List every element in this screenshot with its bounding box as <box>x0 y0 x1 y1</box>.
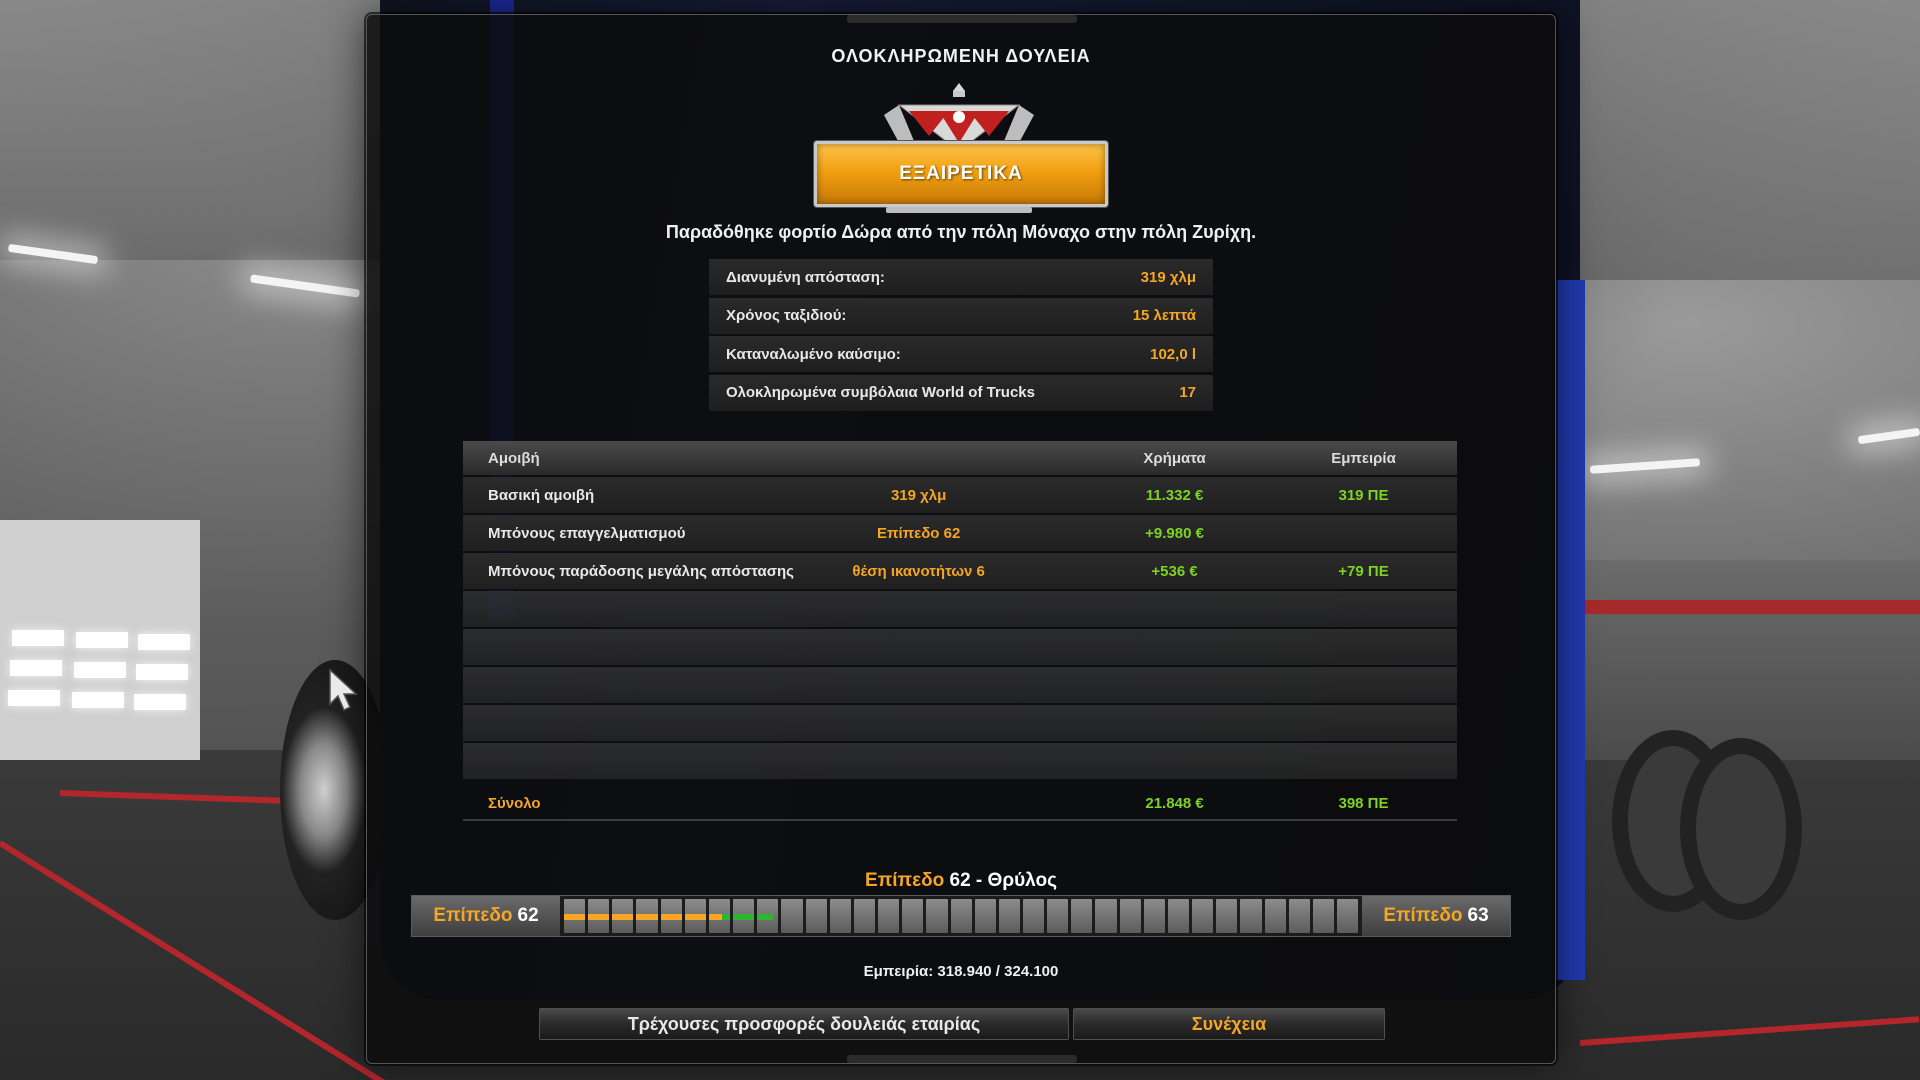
stat-label: Χρόνος ταξιδιού: <box>726 307 847 324</box>
progress-segment <box>974 899 996 933</box>
progress-segment <box>1312 899 1334 933</box>
rewards-header: Αμοιβή Χρήματα Εμπειρία <box>463 441 1457 475</box>
progress-segment <box>853 899 876 933</box>
dialog-top-tab <box>847 15 1077 23</box>
reward-money: +9.980 € <box>1145 524 1204 542</box>
progress-segment <box>950 899 972 933</box>
stat-row-time: Χρόνος ταξιδιού: 15 λεπτά <box>709 297 1213 334</box>
next-level-word: Επίπεδο <box>1383 905 1463 926</box>
stat-value: 17 <box>1179 384 1196 401</box>
progress-segment <box>660 899 682 933</box>
table-row: Μπόνους επαγγελματισμού Επίπεδο 62 +9.98… <box>463 515 1457 551</box>
progress-segment <box>1264 899 1286 933</box>
rating-banner: ΕΞΑΙΡΕΤΙΚΑ <box>814 141 1108 207</box>
stat-label: Καταναλωμένο καύσιμο: <box>726 345 901 363</box>
progress-segment <box>878 899 900 933</box>
empty-row <box>463 667 1457 703</box>
experience-progress-bar: Επίπεδο 62 Επίπεδο 63 <box>411 895 1511 937</box>
stat-value: 15 λεπτά <box>1132 307 1196 324</box>
reward-detail: θέση ικανοτήτων 6 <box>852 562 985 580</box>
continue-button[interactable]: Συνέχεια <box>1073 1008 1385 1040</box>
progress-segment <box>1022 899 1045 933</box>
reward-name: Βασική αμοιβή <box>488 486 595 504</box>
total-exp: 398 ΠΕ <box>1338 794 1389 812</box>
rewards-table: Αμοιβή Χρήματα Εμπειρία Βασική αμοιβή 31… <box>463 441 1457 821</box>
current-level-box: Επίπεδο 62 <box>412 896 560 936</box>
progress-segment <box>1119 899 1141 933</box>
progress-segment <box>1337 899 1359 933</box>
table-row: Βασική αμοιβή 319 χλμ 11.332 € 319 ΠΕ <box>463 477 1457 513</box>
progress-segment <box>902 899 924 933</box>
dialog-bottom-tab <box>847 1055 1077 1063</box>
mouse-cursor-icon <box>329 668 358 712</box>
stat-row-fuel: Καταναλωμένο καύσιμο: 102,0 l <box>709 336 1213 372</box>
reward-detail: 319 χλμ <box>890 486 947 504</box>
reward-name: Μπόνους παράδοσης μεγάλης απόστασης <box>488 562 794 580</box>
level-title-rest: 62 - Θρύλος <box>949 870 1057 891</box>
progress-segment <box>564 899 586 933</box>
stat-row-wot-contracts: Ολοκληρωμένα συμβόλαια World of Trucks 1… <box>709 374 1213 411</box>
progress-segment <box>612 899 634 933</box>
dialog-title: ΟΛΟΚΛΗΡΩΜΕΝΗ ΔΟΥΛΕΙΑ <box>831 46 1091 66</box>
experience-text: Εμπειρία: 318.940 / 324.100 <box>863 963 1059 980</box>
empty-row <box>463 629 1457 665</box>
next-level-number: 63 <box>1467 905 1489 926</box>
progress-segment <box>1216 899 1238 933</box>
job-completed-dialog: ΟΛΟΚΛΗΡΩΜΕΝΗ ΔΟΥΛΕΙΑ ΕΞΑΙΡΕΤΙΚΑ Παραδόθη… <box>366 14 1556 1064</box>
progress-segment <box>1095 899 1117 933</box>
empty-row <box>463 591 1457 627</box>
progress-segment <box>1240 899 1262 933</box>
level-title-prefix: Επίπεδο <box>865 870 945 891</box>
stat-value: 319 χλμ <box>1140 268 1196 286</box>
progress-segments <box>560 896 1362 936</box>
reward-exp: +79 ΠΕ <box>1338 562 1389 580</box>
company-job-offers-button[interactable]: Τρέχουσες προσφορές δουλειάς εταιρίας <box>539 1008 1069 1040</box>
progress-segment <box>757 899 779 933</box>
progress-segment <box>1167 899 1190 933</box>
next-level-box: Επίπεδο 63 <box>1362 896 1510 936</box>
progress-segment <box>829 899 851 933</box>
stat-value: 102,0 l <box>1150 345 1196 363</box>
progress-segment <box>684 899 706 933</box>
progress-segment <box>1047 899 1069 933</box>
progress-segment <box>998 899 1020 933</box>
reward-money: 11.332 € <box>1145 486 1204 504</box>
progress-segment <box>1143 899 1165 933</box>
current-level-number: 62 <box>517 905 539 926</box>
rating-emblem: ΕΞΑΙΡΕΤΙΚΑ <box>814 81 1108 213</box>
reward-money: +536 € <box>1151 562 1198 580</box>
stat-label: Διανυμένη απόσταση: <box>726 268 885 286</box>
progress-segment <box>781 899 803 933</box>
table-row: Μπόνους παράδοσης μεγάλης απόστασης θέση… <box>463 553 1457 589</box>
total-row: Σύνολο 21.848 € 398 ΠΕ <box>463 787 1457 821</box>
reward-exp: 319 ΠΕ <box>1338 486 1389 504</box>
progress-segment <box>636 899 658 933</box>
reward-detail: Επίπεδο 62 <box>876 524 961 542</box>
header-reward: Αμοιβή <box>488 449 540 467</box>
header-exp: Εμπειρία <box>1331 449 1396 467</box>
progress-segment <box>588 899 610 933</box>
level-title: Επίπεδο 62 - Θρύλος <box>367 870 1555 892</box>
total-label: Σύνολο <box>488 794 541 812</box>
progress-segment <box>926 899 948 933</box>
progress-segment <box>1071 899 1093 933</box>
delivery-message: Παραδόθηκε φορτίο Δώρα από την πόλη Μόνα… <box>665 222 1257 242</box>
trip-stats: Διανυμένη απόσταση: 319 χλμ Χρόνος ταξιδ… <box>709 259 1213 413</box>
stat-row-distance: Διανυμένη απόσταση: 319 χλμ <box>709 259 1213 295</box>
progress-segment <box>733 899 755 933</box>
empty-row <box>463 705 1457 741</box>
total-money: 21.848 € <box>1145 794 1204 812</box>
progress-segment <box>1288 899 1310 933</box>
progress-segment <box>708 899 731 933</box>
header-money: Χρήματα <box>1143 449 1206 467</box>
progress-segment <box>1192 899 1214 933</box>
stat-label: Ολοκληρωμένα συμβόλαια World of Trucks <box>726 384 1035 401</box>
empty-row <box>463 743 1457 779</box>
progress-segment <box>805 899 827 933</box>
reward-name: Μπόνους επαγγελματισμού <box>488 524 686 542</box>
current-level-word: Επίπεδο <box>433 905 513 926</box>
